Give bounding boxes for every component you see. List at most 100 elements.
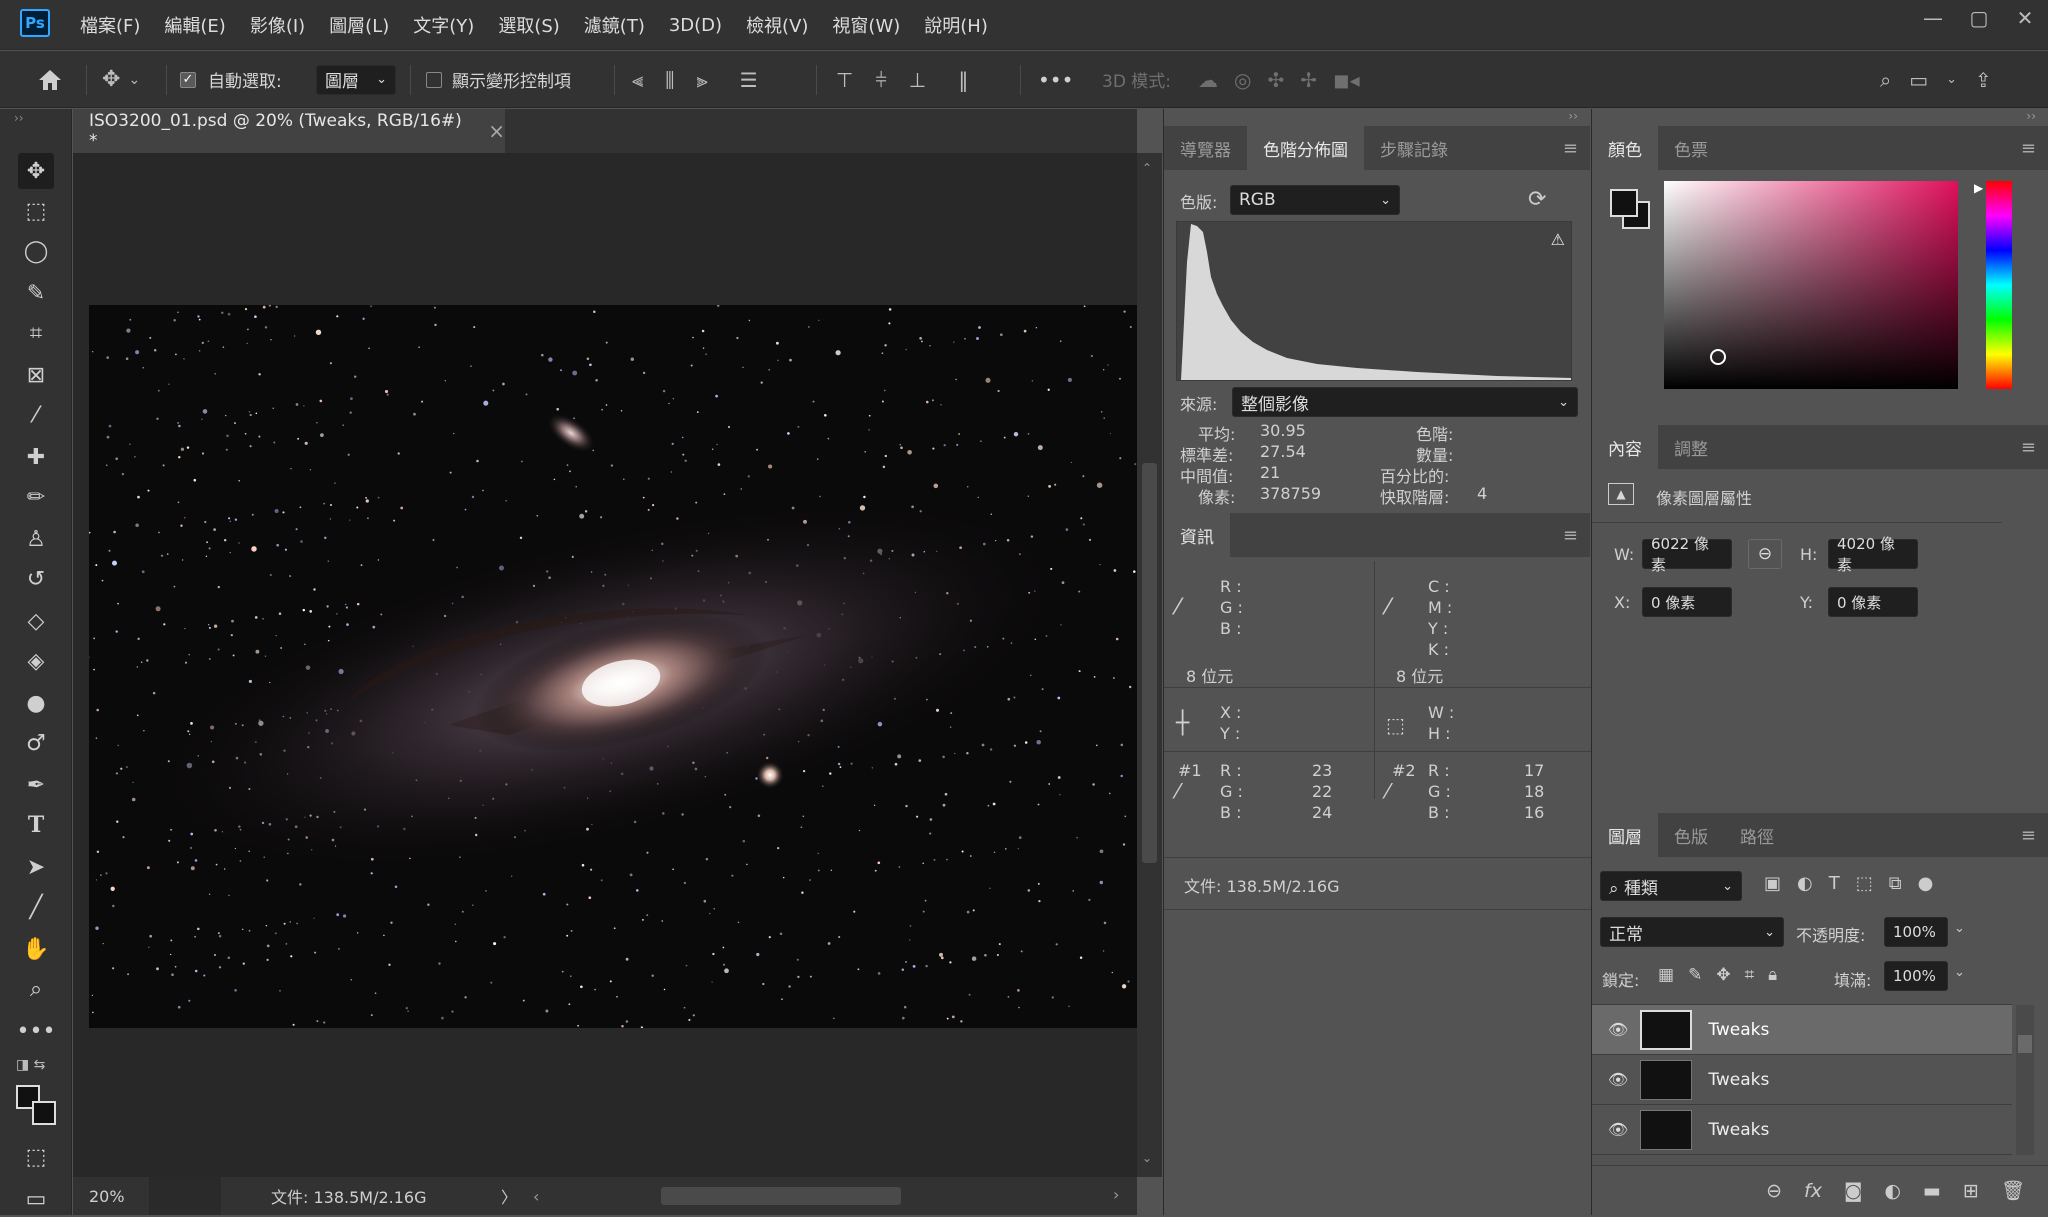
layer-row[interactable]: 👁︎ Tweaks xyxy=(1592,1055,2012,1105)
pen-tool-icon[interactable]: ✒ xyxy=(18,767,54,803)
filter-pixel-icon[interactable]: ▣ xyxy=(1764,873,1781,894)
search-icon[interactable]: ⌕ xyxy=(1880,68,1891,92)
scroll-down-icon[interactable]: ⌄ xyxy=(1142,1151,1152,1165)
align-center-h-icon[interactable]: ⫼ xyxy=(665,68,674,92)
clone-stamp-tool-icon[interactable]: ♙ xyxy=(18,521,54,557)
3d-orbit-icon[interactable]: ☁ xyxy=(1198,68,1218,92)
eyedropper-tool-icon[interactable]: ⁄ xyxy=(18,397,54,433)
workspace-icon[interactable]: ▭ xyxy=(1909,68,1928,92)
lock-all-icon[interactable]: 🔒︎ xyxy=(1768,965,1777,985)
layer-row[interactable]: 👁︎ Tweaks xyxy=(1592,1105,2012,1155)
fx-icon[interactable]: fx xyxy=(1804,1180,1822,1202)
new-layer-icon[interactable]: ⊞ xyxy=(1963,1180,1979,1202)
new-group-icon[interactable]: ▬ xyxy=(1923,1180,1941,1202)
workspace-chevron-icon[interactable]: ⌄ xyxy=(1946,72,1957,87)
document-tab[interactable]: ISO3200_01.psd @ 20% (Tweaks, RGB/16#) *… xyxy=(73,109,505,153)
fg-color-swatch[interactable] xyxy=(1610,189,1638,217)
3d-pan-icon[interactable]: ✣ xyxy=(1267,68,1284,92)
layers-scroll-thumb[interactable] xyxy=(2018,1035,2032,1053)
collapse-panels-icon[interactable]: ›› xyxy=(1568,109,1578,123)
lock-transparent-icon[interactable]: ▦ xyxy=(1658,965,1674,985)
menu-image[interactable]: 影像(I) xyxy=(250,12,305,38)
cache-warning-icon[interactable]: ⚠ xyxy=(1551,230,1565,249)
hue-slider-marker[interactable]: ▶ xyxy=(1974,181,1983,195)
hand-tool-icon[interactable]: ✋ xyxy=(18,931,54,967)
align-top-icon[interactable]: ⊤ xyxy=(836,68,853,92)
tab-color[interactable]: 顏色 xyxy=(1592,126,1658,170)
align-middle-icon[interactable]: ⫩ xyxy=(875,68,886,92)
layers-menu-icon[interactable]: ≡ xyxy=(2021,825,2036,846)
info-menu-icon[interactable]: ≡ xyxy=(1563,525,1578,546)
fill-chevron-icon[interactable]: ⌄ xyxy=(1954,965,1965,980)
panel-menu-icon[interactable]: ≡ xyxy=(1563,138,1578,159)
properties-menu-icon[interactable]: ≡ xyxy=(2021,437,2036,458)
more-options-icon[interactable]: ••• xyxy=(1038,51,1073,108)
horizontal-scroll-thumb[interactable] xyxy=(661,1187,901,1205)
align-bottom-icon[interactable]: ⊥ xyxy=(909,68,926,92)
eyedropper-cmyk-icon[interactable]: ⁄ xyxy=(1386,595,1390,620)
visibility-eye-icon[interactable]: 👁︎ xyxy=(1608,1070,1628,1089)
zoom-tool-icon[interactable]: ⌕ xyxy=(18,971,54,1007)
color-menu-icon[interactable]: ≡ xyxy=(2021,138,2036,159)
maximize-icon[interactable]: ▢ xyxy=(1956,0,2002,36)
3d-slide-icon[interactable]: ✢ xyxy=(1300,68,1317,92)
filter-adjustment-icon[interactable]: ◐ xyxy=(1797,873,1813,894)
eyedropper-rgb-icon[interactable]: ⁄ xyxy=(1176,595,1180,620)
type-tool-icon[interactable]: T xyxy=(18,807,54,843)
tab-navigator[interactable]: 導覽器 xyxy=(1164,126,1247,170)
auto-select-checkbox[interactable]: ✓ xyxy=(180,71,196,88)
background-color-swatch[interactable] xyxy=(32,1101,56,1125)
3d-roll-icon[interactable]: ◎ xyxy=(1234,68,1251,92)
hscroll-left-icon[interactable]: ‹ xyxy=(533,1187,539,1206)
edit-toolbar-icon[interactable]: ••• xyxy=(17,1013,56,1049)
history-brush-tool-icon[interactable]: ↺ xyxy=(18,561,54,597)
menu-layer[interactable]: 圖層(L) xyxy=(329,12,389,38)
brush-tool-icon[interactable]: ✏ xyxy=(18,479,54,515)
refresh-icon[interactable]: ⟳ xyxy=(1528,187,1546,212)
close-tab-icon[interactable]: × xyxy=(488,119,505,143)
blend-mode-dropdown[interactable]: 正常 ⌄ xyxy=(1600,917,1784,947)
paint-bucket-tool-icon[interactable]: ◈ xyxy=(18,643,54,679)
new-adjustment-icon[interactable]: ◐ xyxy=(1884,1180,1901,1202)
quick-select-tool-icon[interactable]: ✎ xyxy=(18,275,54,311)
layers-scrollbar[interactable] xyxy=(2016,1005,2034,1155)
tab-histogram[interactable]: 色階分佈圖 xyxy=(1247,126,1364,170)
hscroll-right-icon[interactable]: › xyxy=(1113,1185,1119,1204)
galaxy-image[interactable] xyxy=(89,305,1137,1028)
menu-select[interactable]: 選取(S) xyxy=(498,12,559,38)
link-layers-icon[interactable]: ⊖ xyxy=(1766,1180,1782,1202)
filter-type-icon[interactable]: T xyxy=(1829,873,1840,894)
add-mask-icon[interactable]: ◙ xyxy=(1844,1180,1862,1202)
menu-type[interactable]: 文字(Y) xyxy=(413,12,474,38)
tab-properties[interactable]: 內容 xyxy=(1592,425,1658,469)
sampler-2-icon[interactable]: ⁄ xyxy=(1386,779,1389,803)
lasso-tool-icon[interactable]: ◯ xyxy=(18,233,54,269)
lock-pixels-icon[interactable]: ✎ xyxy=(1688,965,1702,985)
filter-toggle-icon[interactable]: ● xyxy=(1918,873,1934,894)
x-input[interactable]: 0 像素 xyxy=(1642,587,1732,617)
tab-adjustments[interactable]: 調整 xyxy=(1658,425,1724,469)
opacity-input[interactable]: 100% xyxy=(1884,917,1948,947)
tab-swatches[interactable]: 色票 xyxy=(1658,126,1724,170)
tab-layers[interactable]: 圖層 xyxy=(1592,813,1658,857)
menu-help[interactable]: 說明(H) xyxy=(924,12,988,38)
3d-camera-icon[interactable]: ◼◂ xyxy=(1333,68,1360,92)
healing-brush-tool-icon[interactable]: ✚ xyxy=(18,439,54,475)
delete-layer-icon[interactable]: 🗑︎ xyxy=(2001,1179,2025,1202)
opacity-chevron-icon[interactable]: ⌄ xyxy=(1954,921,1965,936)
frame-tool-icon[interactable]: ⊠ xyxy=(18,357,54,393)
path-select-tool-icon[interactable]: ➤ xyxy=(18,849,54,885)
scroll-up-icon[interactable]: ⌃ xyxy=(1142,161,1152,175)
menu-edit[interactable]: 編輯(E) xyxy=(164,12,225,38)
minimize-icon[interactable]: — xyxy=(1910,0,1956,36)
marquee-tool-icon[interactable]: ⬚ xyxy=(18,193,54,229)
tab-paths[interactable]: 路徑 xyxy=(1724,813,1790,857)
tab-channels[interactable]: 色版 xyxy=(1658,813,1724,857)
layer-row[interactable]: 👁︎ Tweaks xyxy=(1592,1005,2012,1055)
menu-window[interactable]: 視窗(W) xyxy=(832,12,900,38)
fill-input[interactable]: 100% xyxy=(1884,961,1948,991)
lock-position-icon[interactable]: ✥ xyxy=(1716,965,1730,985)
vertical-scroll-thumb[interactable] xyxy=(1142,463,1157,863)
lock-artboard-icon[interactable]: ⌗ xyxy=(1745,965,1755,985)
align-left-icon[interactable]: ⫷ xyxy=(632,68,643,92)
